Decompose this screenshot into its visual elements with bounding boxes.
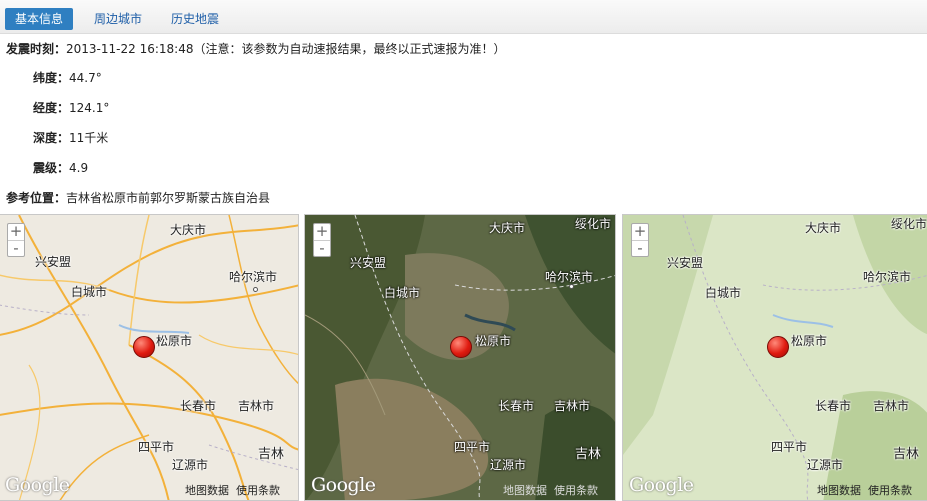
terrain-attribution: 地图数据 使用条款 [817,482,919,498]
terrain-zoom-out-button[interactable]: - [632,240,648,256]
city-haerbin: 哈尔滨市 [229,270,278,284]
longitude-value: 124.1° [69,101,110,115]
origin-time-value: 2013-11-22 16:18:48（注意：该参数为自动速报结果，最终以正式速… [66,42,506,56]
map-data-link[interactable]: 地图数据 [503,484,547,497]
satellite-zoom-out-button[interactable]: - [314,240,330,256]
city-baicheng: 白城市 [384,286,421,300]
epicenter-marker-icon[interactable] [767,336,789,358]
satellite-zoom-control: + - [313,223,331,257]
google-logo: Google [629,474,694,496]
latitude-value: 44.7° [69,71,102,85]
tab-bar: 基本信息 周边城市 历史地震 [0,0,927,34]
city-xinganmeng: 兴安盟 [350,256,387,270]
region-jilin: 吉林 [575,447,602,462]
longitude-label: 经度： [33,101,70,115]
city-xinganmeng: 兴安盟 [35,255,72,269]
satellite-attribution: 地图数据 使用条款 [503,482,605,498]
depth-row: 深度：11千米 [33,129,108,146]
city-suihua: 绥化市 [891,217,927,231]
roadmap-attribution: 地图数据 使用条款 [185,482,287,498]
haerbin-dot-icon [569,284,574,289]
epicenter-marker-icon[interactable] [450,336,472,358]
city-changchun: 长春市 [498,399,535,413]
roadmap-zoom-in-button[interactable]: + [8,224,24,240]
city-daqing: 大庆市 [170,223,207,237]
city-daqing: 大庆市 [805,221,842,235]
satellite-panel[interactable]: + - 绥化市 大庆市 兴安盟 哈尔滨市 白城市 松原市 长春市 吉林市 四平市… [304,214,616,501]
reference-location-row: 参考位置：吉林省松原市前郭尔罗斯蒙古族自治县 [6,189,270,206]
longitude-row: 经度：124.1° [33,99,109,116]
tab-nearby-cities[interactable]: 周边城市 [84,8,152,30]
origin-time-label: 发震时刻： [6,42,67,56]
epicenter-marker-icon[interactable] [133,336,155,358]
city-changchun: 长春市 [815,399,852,413]
terrain-zoom-in-button[interactable]: + [632,224,648,240]
magnitude-label: 震级： [33,161,70,175]
google-logo: Google [5,474,70,496]
magnitude-value: 4.9 [69,161,89,175]
city-siping: 四平市 [454,440,491,454]
region-jilin: 吉林 [258,447,285,462]
satellite-zoom-in-button[interactable]: + [314,224,330,240]
city-xinganmeng: 兴安盟 [667,256,704,270]
city-changchun: 长春市 [180,399,217,413]
city-haerbin: 哈尔滨市 [863,270,912,284]
city-jilin-city: 吉林市 [873,399,910,413]
city-siping: 四平市 [771,440,808,454]
reference-location-value: 吉林省松原市前郭尔罗斯蒙古族自治县 [66,191,271,205]
map-data-link[interactable]: 地图数据 [817,484,861,497]
roadmap-panel[interactable]: + - 大庆市 兴安盟 哈尔滨市 白城市 松原市 长春市 吉林市 四平市 辽源市… [0,214,299,501]
terms-link[interactable]: 使用条款 [868,484,912,497]
city-liaoyuan: 辽源市 [807,458,844,472]
city-suihua: 绥化市 [575,217,612,231]
terms-link[interactable]: 使用条款 [236,484,280,497]
region-jilin: 吉林 [893,447,920,462]
tab-history-quakes[interactable]: 历史地震 [161,8,229,30]
city-songyuan: 松原市 [475,334,512,348]
roadmap-zoom-out-button[interactable]: - [8,240,24,256]
tab-basic-info[interactable]: 基本信息 [5,8,74,30]
map-data-link[interactable]: 地图数据 [185,484,229,497]
city-jilin-city: 吉林市 [238,399,275,413]
city-haerbin: 哈尔滨市 [545,270,594,284]
city-songyuan: 松原市 [156,334,193,348]
city-jilin-city: 吉林市 [554,399,591,413]
roadmap-zoom-control: + - [7,223,25,257]
city-liaoyuan: 辽源市 [172,458,209,472]
depth-label: 深度： [33,131,70,145]
city-baicheng: 白城市 [71,285,108,299]
depth-value: 11千米 [69,131,109,145]
terrain-zoom-control: + - [631,223,649,257]
reference-location-label: 参考位置： [6,191,67,205]
terms-link[interactable]: 使用条款 [554,484,598,497]
city-baicheng: 白城市 [705,286,742,300]
haerbin-dot-icon [253,287,258,292]
magnitude-row: 震级：4.9 [33,159,88,176]
latitude-row: 纬度：44.7° [33,69,102,86]
city-daqing: 大庆市 [489,221,526,235]
latitude-label: 纬度： [33,71,70,85]
terrain-panel[interactable]: + - 绥化市 大庆市 兴安盟 哈尔滨市 白城市 松原市 长春市 吉林市 四平市… [622,214,927,501]
city-siping: 四平市 [138,440,175,454]
city-songyuan: 松原市 [791,334,828,348]
origin-time-row: 发震时刻：2013-11-22 16:18:48（注意：该参数为自动速报结果，最… [6,40,505,57]
google-logo: Google [311,474,376,496]
city-liaoyuan: 辽源市 [490,458,527,472]
